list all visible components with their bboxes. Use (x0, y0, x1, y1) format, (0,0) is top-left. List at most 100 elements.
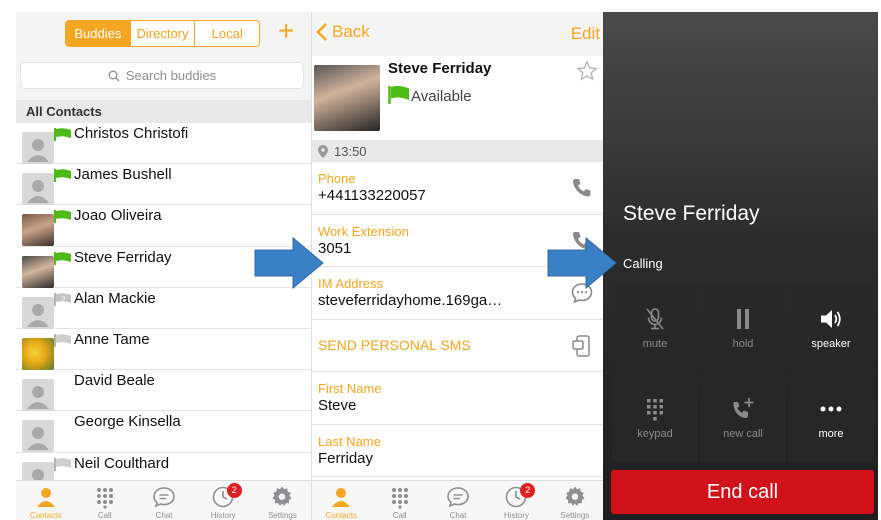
gear-icon (565, 486, 585, 506)
bottom-tab-bar: Contacts Call Chat 2 History Settings (312, 480, 603, 520)
search-input[interactable]: Search buddies (20, 62, 304, 89)
mute-button[interactable]: mute (612, 284, 698, 372)
contact-row[interactable]: David Beale (16, 370, 312, 412)
tab-call[interactable]: Call (75, 481, 134, 520)
gear-icon (272, 486, 293, 506)
contact-name: David Beale (74, 372, 155, 390)
edit-button[interactable]: Edit (571, 24, 600, 44)
back-label: Back (332, 22, 370, 41)
contact-hero: Steve Ferriday Available (312, 56, 603, 142)
default-avatar-icon (22, 379, 54, 412)
field-label: SEND PERSONAL SMS (318, 336, 471, 353)
field-label: Last Name (318, 433, 381, 449)
presence-unknown-flag-icon: ? (54, 292, 71, 306)
contact-name: Anne Tame (74, 330, 150, 348)
tab-call[interactable]: Call (370, 481, 428, 520)
tab-history[interactable]: 2 History (487, 481, 545, 520)
default-avatar-icon (22, 173, 54, 206)
add-call-icon (733, 398, 754, 418)
chat-icon (447, 487, 469, 508)
control-label: mute (642, 338, 668, 350)
segment-buddies[interactable]: Buddies (66, 21, 130, 46)
presence-available-flag-icon (388, 86, 409, 104)
back-button[interactable]: Back (316, 22, 370, 42)
control-label: hold (732, 338, 754, 350)
tab-label: Call (97, 511, 112, 520)
tab-contacts[interactable]: Contacts (312, 481, 370, 520)
presence-status: Available (411, 88, 472, 105)
chat-icon (153, 487, 175, 508)
keypad-button[interactable]: keypad (612, 374, 698, 462)
contact-fields: Phone +441133220057 Work Extension 3051 … (312, 162, 603, 477)
contacts-header: Buddies Directory Local + Search buddies (16, 12, 312, 110)
presence-available-flag-icon (54, 128, 71, 141)
tab-label: Contacts (29, 511, 62, 520)
hold-button[interactable]: hold (700, 284, 786, 372)
pause-icon (737, 309, 749, 329)
local-time: 13:50 (334, 143, 367, 159)
more-button[interactable]: more (788, 374, 874, 462)
tab-label: Contacts (325, 511, 357, 520)
search-placeholder: Search buddies (125, 68, 217, 83)
tab-label: Settings (267, 511, 297, 520)
screenshot-stage: Buddies Directory Local + Search buddies… (0, 0, 881, 520)
contact-name: Christos Christofi (74, 125, 189, 142)
contact-photo (314, 65, 380, 131)
contact-row[interactable]: Anne Tame (16, 329, 312, 371)
flow-arrow-right-icon (254, 236, 324, 290)
presence-available-flag-icon (54, 210, 71, 224)
field-first-name[interactable]: First Name Steve (312, 372, 603, 425)
person-icon (332, 488, 351, 507)
new-call-button[interactable]: new call (700, 374, 786, 462)
plus-icon[interactable]: + (278, 16, 294, 46)
field-label: Phone (318, 171, 356, 186)
contact-row[interactable]: George Kinsella (16, 411, 312, 453)
history-badge: 2 (520, 483, 536, 498)
tab-contacts[interactable]: Contacts (16, 481, 75, 520)
phone-icon[interactable] (570, 176, 594, 200)
send-personal-sms-button[interactable]: SEND PERSONAL SMS (312, 320, 603, 372)
contact-row[interactable]: Christos Christofi (16, 123, 312, 165)
chevron-left-icon (316, 23, 327, 41)
field-last-name[interactable]: Last Name Ferriday (312, 425, 603, 477)
speaker-icon (821, 310, 841, 328)
sms-icon (572, 334, 590, 357)
tab-settings[interactable]: Settings (546, 481, 603, 520)
keypad-icon (96, 488, 113, 509)
contact-source-segmented-control: Buddies Directory Local (65, 20, 260, 47)
presence-available-flag-icon (54, 169, 71, 183)
segment-local[interactable]: Local (194, 21, 259, 46)
presence-offline-flag-icon (54, 333, 71, 347)
calling-panel: Steve Ferriday Calling mute hold speaker… (603, 12, 878, 520)
star-icon[interactable] (576, 60, 598, 82)
field-value: Steve (318, 397, 357, 414)
speaker-button[interactable]: speaker (788, 284, 874, 372)
call-status: Calling (623, 256, 663, 271)
keypad-icon (647, 399, 663, 421)
section-header-all-contacts: All Contacts (16, 100, 312, 123)
field-value: +441133220057 (318, 187, 426, 204)
tab-history[interactable]: 2 History (194, 481, 253, 520)
presence-offline-flag-icon (54, 457, 71, 471)
tab-label: Call (392, 511, 407, 520)
segment-directory[interactable]: Directory (129, 21, 195, 46)
flow-arrow-right-icon (547, 236, 617, 290)
control-label: speaker (811, 338, 851, 350)
contact-photo-avatar (22, 255, 54, 288)
detail-nav-bar: Back Edit (312, 12, 603, 56)
tab-settings[interactable]: Settings (253, 481, 312, 520)
search-icon (108, 70, 120, 81)
tab-label: Chat (449, 511, 467, 520)
contact-name: George Kinsella (74, 413, 181, 431)
contact-row[interactable]: ? Alan Mackie (16, 288, 312, 329)
contact-row[interactable]: James Bushell (16, 164, 312, 206)
default-avatar-icon (22, 420, 54, 453)
field-value: steveferridayhome.169ga… (318, 292, 503, 309)
contact-name: Alan Mackie (74, 289, 156, 307)
field-value: Ferriday (318, 449, 374, 467)
end-call-button[interactable]: End call (611, 470, 874, 514)
tab-label: History (210, 511, 236, 520)
tab-chat[interactable]: Chat (429, 481, 487, 520)
field-phone[interactable]: Phone +441133220057 (312, 162, 603, 215)
tab-chat[interactable]: Chat (134, 481, 193, 520)
